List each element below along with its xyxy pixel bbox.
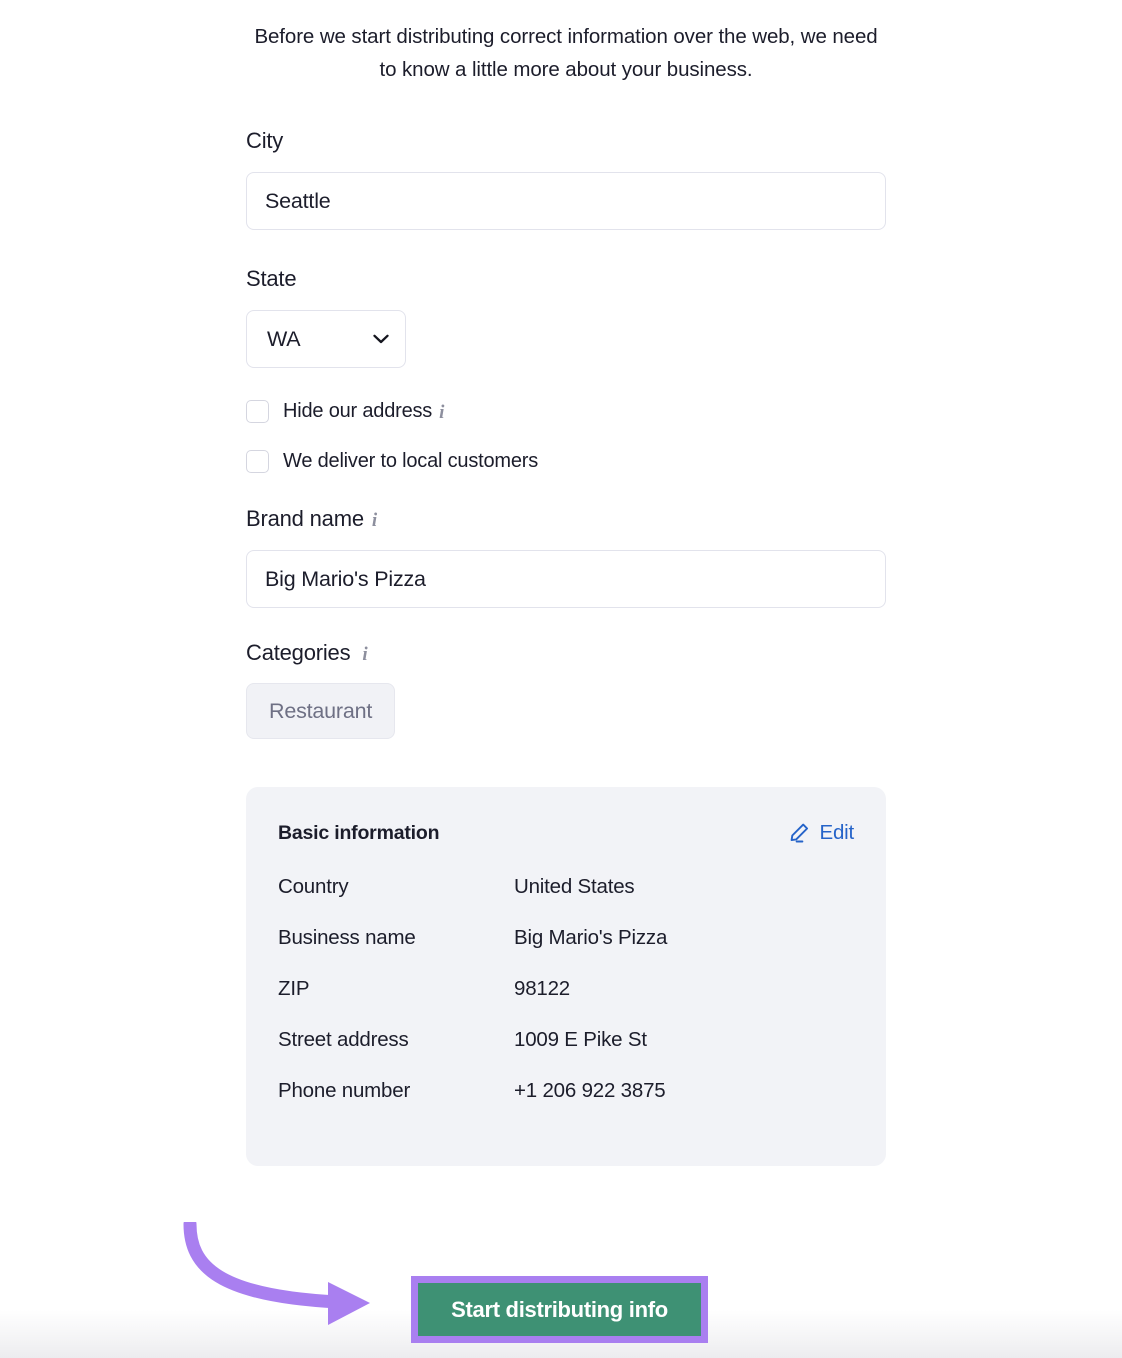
cta-highlight-box: Start distributing info <box>411 1276 708 1343</box>
row-value: Big Mario's Pizza <box>514 926 667 950</box>
basic-information-rows: Country United States Business name Big … <box>278 875 854 1130</box>
edit-button-label: Edit <box>819 821 854 845</box>
row-key: Business name <box>278 926 514 950</box>
table-row: Business name Big Mario's Pizza <box>278 926 854 977</box>
intro-paragraph: Before we start distributing correct inf… <box>246 0 886 86</box>
city-label-text: City <box>246 128 283 154</box>
categories-label-text: Categories <box>246 640 350 666</box>
brand-name-label-text: Brand name <box>246 506 364 532</box>
checkbox-hide-address-box[interactable] <box>246 400 269 423</box>
info-icon[interactable]: i <box>372 511 377 530</box>
signup-form-page: Before we start distributing correct inf… <box>246 0 886 1166</box>
categories-label: Categories i <box>246 640 886 666</box>
start-distributing-info-button[interactable]: Start distributing info <box>418 1283 701 1336</box>
row-value: 1009 E Pike St <box>514 1028 647 1052</box>
info-icon[interactable]: i <box>439 403 444 422</box>
table-row: Phone number +1 206 922 3875 <box>278 1079 854 1130</box>
row-value: +1 206 922 3875 <box>514 1079 665 1103</box>
row-key: ZIP <box>278 977 514 1001</box>
row-key: Phone number <box>278 1079 514 1103</box>
pencil-edit-icon <box>788 822 810 844</box>
info-icon[interactable]: i <box>362 645 367 664</box>
chevron-down-icon <box>373 334 389 344</box>
checkbox-we-deliver[interactable]: We deliver to local customers <box>246 450 886 473</box>
checkbox-hide-address[interactable]: Hide our address i <box>246 400 886 423</box>
state-label-text: State <box>246 266 296 292</box>
brand-name-label: Brand name i <box>246 506 886 532</box>
brand-name-input[interactable] <box>246 550 886 608</box>
state-select-value: WA <box>267 327 300 352</box>
edit-button[interactable]: Edit <box>788 821 854 845</box>
row-value: United States <box>514 875 634 899</box>
checkbox-we-deliver-text: We deliver to local customers <box>283 450 538 473</box>
checkbox-we-deliver-label: We deliver to local customers <box>283 450 538 473</box>
category-chip-restaurant[interactable]: Restaurant <box>246 683 395 739</box>
checkbox-we-deliver-box[interactable] <box>246 450 269 473</box>
table-row: ZIP 98122 <box>278 977 854 1028</box>
row-key: Country <box>278 875 514 899</box>
table-row: Street address 1009 E Pike St <box>278 1028 854 1079</box>
table-row: Country United States <box>278 875 854 926</box>
row-value: 98122 <box>514 977 570 1001</box>
row-key: Street address <box>278 1028 514 1052</box>
state-select[interactable]: WA <box>246 310 406 368</box>
curved-arrow-annotation <box>178 1222 418 1342</box>
state-label: State <box>246 266 886 292</box>
city-label: City <box>246 128 886 154</box>
basic-information-header: Basic information Edit <box>278 821 854 845</box>
basic-information-title: Basic information <box>278 822 439 845</box>
city-input[interactable] <box>246 172 886 230</box>
checkbox-hide-address-label: Hide our address i <box>283 400 444 423</box>
checkbox-hide-address-text: Hide our address <box>283 400 432 423</box>
cta-container: Start distributing info <box>411 1276 708 1343</box>
basic-information-card: Basic information Edit Country United St… <box>246 787 886 1166</box>
